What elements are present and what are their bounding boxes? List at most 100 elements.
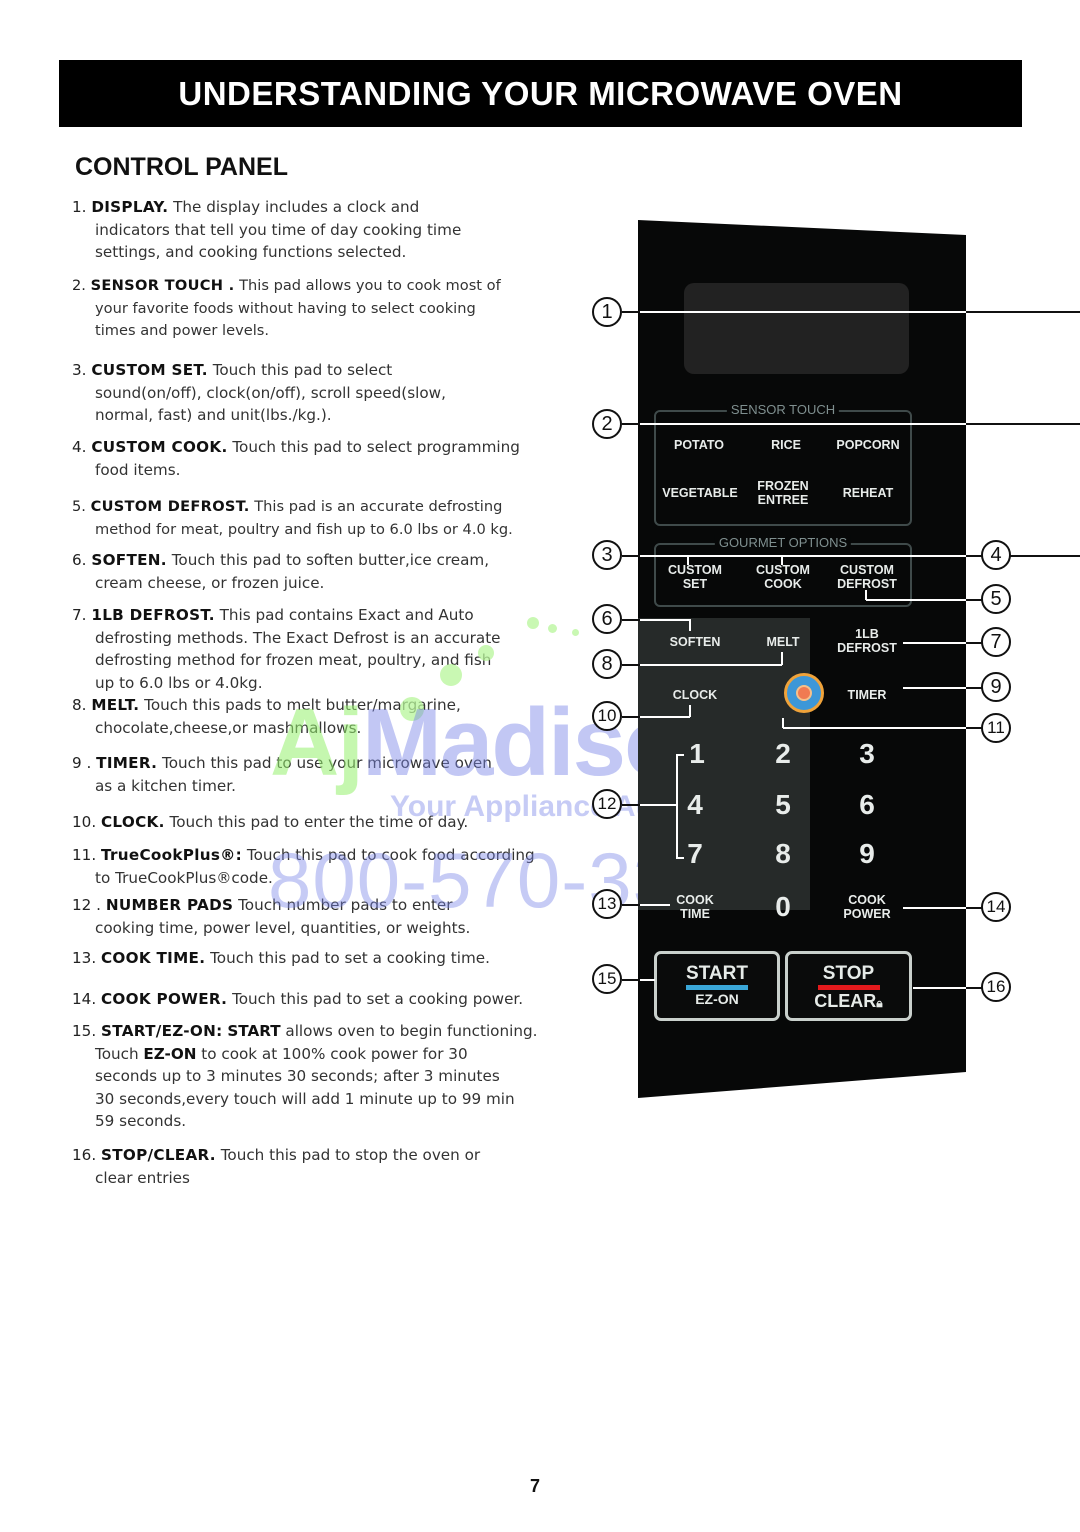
item-text-continued: chocolate,cheese,or mashmallows. bbox=[95, 718, 362, 737]
callout-leader-line bbox=[783, 727, 982, 729]
rice-key[interactable]: RICE bbox=[771, 438, 801, 452]
callout-number-9: 9 bbox=[981, 672, 1011, 702]
item-text: This pad allows you to cook most of bbox=[239, 277, 501, 294]
item-text: Touch number pads to enter bbox=[238, 896, 453, 914]
item-number: 8. bbox=[72, 696, 87, 714]
item-text-continued: defrosting methods. The Exact Defrost is… bbox=[95, 628, 501, 647]
item-text: Touch this pad to set a cooking power. bbox=[232, 990, 524, 1008]
number-key-3[interactable]: 3 bbox=[859, 739, 875, 769]
callout-leader-line bbox=[966, 642, 982, 644]
callout-number-12: 12 bbox=[592, 789, 622, 819]
callout-leader-line bbox=[781, 652, 783, 665]
number-key-1[interactable]: 1 bbox=[689, 739, 705, 769]
item-term: NUMBER PADS bbox=[105, 896, 234, 914]
callout-leader-line bbox=[781, 555, 783, 565]
one-lb-defrost-key[interactable]: 1LB DEFROST bbox=[837, 627, 897, 655]
item-term: COOK POWER. bbox=[100, 990, 228, 1008]
timer-key[interactable]: TIMER bbox=[848, 688, 887, 702]
item-text-continued: 59 seconds. bbox=[95, 1112, 187, 1130]
start-ez-on-button[interactable]: START EZ-ON bbox=[654, 951, 780, 1021]
item-text-continued: normal, fast) and unit(lbs./kg.). bbox=[95, 406, 332, 424]
popcorn-key[interactable]: POPCORN bbox=[836, 438, 899, 452]
cook-time-key[interactable]: COOK TIME bbox=[676, 893, 714, 921]
custom-defrost-key[interactable]: CUSTOM DEFROST bbox=[837, 563, 897, 591]
item-text-continued: seconds up to 3 minutes 30 seconds; afte… bbox=[95, 1067, 500, 1085]
clock-key[interactable]: CLOCK bbox=[673, 688, 717, 702]
item-text-continued: clear entries bbox=[95, 1168, 190, 1187]
clear-label: CLEAR bbox=[814, 991, 877, 1011]
item-text-continued: settings, and cooking functions selected… bbox=[95, 243, 407, 261]
vegetable-key[interactable]: VEGETABLE bbox=[662, 486, 737, 500]
item-number: 15. bbox=[72, 1022, 97, 1040]
callout-leader-line bbox=[622, 979, 640, 981]
callout-leader-line bbox=[782, 555, 982, 557]
number-key-6[interactable]: 6 bbox=[859, 790, 875, 820]
number-key-5[interactable]: 5 bbox=[775, 790, 791, 820]
number-key-9[interactable]: 9 bbox=[859, 839, 875, 869]
number-key-8[interactable]: 8 bbox=[775, 839, 791, 869]
callout-leader-line bbox=[622, 664, 640, 666]
frozen-entree-key[interactable]: FROZEN ENTREE bbox=[757, 479, 808, 507]
description-item: 5. CUSTOM DEFROST. This pad is an accura… bbox=[72, 496, 513, 541]
reheat-key[interactable]: REHEAT bbox=[843, 486, 893, 500]
custom-set-key[interactable]: CUSTOM SET bbox=[668, 563, 722, 591]
item-text-continued: Touch EZ-ON to cook at 100% cook power f… bbox=[95, 1044, 468, 1063]
item-text: Touch this pad to enter the time of day. bbox=[169, 813, 469, 831]
number-key-2[interactable]: 2 bbox=[775, 739, 791, 769]
number-key-7[interactable]: 7 bbox=[687, 839, 703, 869]
number-key-0[interactable]: 0 bbox=[775, 892, 791, 922]
item-number: 4. bbox=[72, 438, 87, 456]
callout-leader-line bbox=[622, 423, 640, 425]
callout-number-15: 15 bbox=[592, 964, 622, 994]
item-number: 10. bbox=[72, 813, 97, 831]
soften-key[interactable]: SOFTEN bbox=[670, 635, 721, 649]
item-term: START/EZ-ON: bbox=[100, 1022, 223, 1040]
page-title: UNDERSTANDING YOUR MICROWAVE OVEN bbox=[178, 74, 903, 112]
item-text: Touch this pad to select programming bbox=[232, 438, 520, 456]
callout-leader-line bbox=[966, 727, 982, 729]
callout-leader-line bbox=[865, 590, 867, 600]
callout-number-16: 16 bbox=[981, 972, 1011, 1002]
callout-number-1: 1 bbox=[592, 297, 622, 327]
title-banner: UNDERSTANDING YOUR MICROWAVE OVEN bbox=[59, 60, 1022, 127]
stop-underline bbox=[817, 985, 880, 990]
item-number: 14. bbox=[72, 990, 97, 1008]
item-text-continued: your favorite foods without having to se… bbox=[95, 299, 476, 317]
truecookplus-key[interactable] bbox=[784, 673, 824, 713]
potato-key[interactable]: POTATO bbox=[674, 438, 724, 452]
description-item: 2. SENSOR TOUCH . This pad allows you to… bbox=[72, 275, 501, 343]
callout-leader-line bbox=[689, 705, 691, 717]
number-key-4[interactable]: 4 bbox=[687, 790, 703, 820]
stop-label: STOP bbox=[822, 963, 875, 984]
callout-leader-line bbox=[687, 555, 689, 565]
melt-key[interactable]: MELT bbox=[766, 635, 799, 649]
callout-number-8: 8 bbox=[592, 649, 622, 679]
description-item: 3. CUSTOM SET. Touch this pad to select s… bbox=[72, 359, 446, 427]
item-term: SENSOR TOUCH . bbox=[90, 277, 235, 294]
description-item: 9 . TIMER. Touch this pad to use your mi… bbox=[72, 752, 492, 797]
item-number: 6. bbox=[72, 551, 87, 569]
callout-number-11: 11 bbox=[981, 713, 1011, 743]
start-underline bbox=[686, 985, 748, 990]
description-item: 1. DISPLAY. The display includes a clock… bbox=[72, 196, 461, 264]
item-term: 1LB DEFROST. bbox=[91, 606, 215, 624]
callout-leader-line bbox=[622, 311, 640, 313]
callout-leader-line bbox=[782, 718, 784, 728]
description-item: 10. CLOCK. Touch this pad to enter the t… bbox=[72, 811, 468, 834]
callout-leader-line bbox=[966, 599, 982, 601]
item-text-continued: sound(on/off), clock(on/off), scroll spe… bbox=[95, 383, 446, 402]
stop-clear-button[interactable]: STOP CLEAR🔒︎ bbox=[785, 951, 912, 1021]
item-text: allows oven to begin functioning. bbox=[285, 1022, 538, 1040]
callout-leader-line bbox=[622, 904, 640, 906]
callout-number-3: 3 bbox=[592, 540, 622, 570]
item-number: 16. bbox=[72, 1146, 97, 1164]
item-term: TIMER. bbox=[96, 754, 158, 772]
cook-power-key[interactable]: COOK POWER bbox=[843, 893, 890, 921]
item-text: Touch this pad to stop the oven or bbox=[220, 1146, 481, 1164]
callout-leader-line bbox=[622, 664, 782, 666]
truecookplus-logo-icon bbox=[796, 685, 812, 701]
item-text: Touch this pad to use your microwave ove… bbox=[162, 754, 492, 772]
callout-leader-line bbox=[966, 907, 982, 909]
custom-cook-key[interactable]: CUSTOM COOK bbox=[756, 563, 810, 591]
description-item: 6. SOFTEN. Touch this pad to soften butt… bbox=[72, 549, 489, 594]
